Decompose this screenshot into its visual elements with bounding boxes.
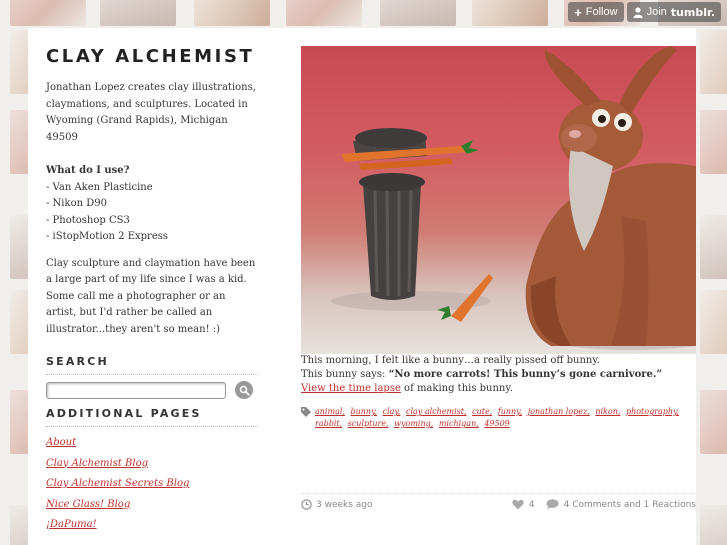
post: This morning, I felt like a bunny…a real… [301,46,696,510]
blog-card: CLAY ALCHEMIST Jonathan Lopez creates cl… [28,28,696,545]
person-icon [633,6,643,18]
sidebar: CLAY ALCHEMIST Jonathan Lopez creates cl… [46,28,258,536]
blog-description: Jonathan Lopez creates clay illustration… [46,80,258,146]
tools-heading: What do I use? [46,165,130,176]
tag-link[interactable]: nikon, [595,407,620,416]
tumblr-controls: + Follow Join tumblr. [568,2,721,22]
tag-link[interactable]: animal, [315,407,345,416]
time-ago: 3 weeks ago [316,499,373,510]
page-link-blog[interactable]: Clay Alchemist Blog [46,454,258,475]
post-text-3: View the time lapse of making this bunny… [301,382,696,396]
time-lapse-link[interactable]: View the time lapse [301,383,401,394]
post-body: This morning, I felt like a bunny…a real… [301,354,696,396]
tag-link[interactable]: 49509 [484,419,509,428]
tag-list: animal, bunny, clay, clay alchemist, cut… [315,406,696,430]
search-heading: SEARCH [46,355,258,375]
comment-icon [546,499,559,510]
post-date[interactable]: 3 weeks ago [301,499,373,510]
post-text-2: This bunny says: “No more carrots! This … [301,368,696,382]
tool-item: - Van Aken Plasticine [46,181,153,193]
post-stats: 4 4 Comments and 1 Reactions [512,499,696,510]
tag-link[interactable]: clay alchemist, [406,407,467,416]
tags-row: animal, bunny, clay, clay alchemist, cut… [301,406,696,430]
tag-link[interactable]: sculpture, [348,419,389,428]
heart-icon[interactable] [512,499,524,510]
follow-label: Follow [585,6,618,18]
tag-link[interactable]: rabbit, [315,419,342,428]
tool-item: - Photoshop CS3 [46,214,130,226]
tool-item: - Nikon D90 [46,198,107,209]
tag-link[interactable]: wyoming, [394,419,433,428]
tag-link[interactable]: michigan, [439,419,479,428]
search-input[interactable] [46,381,226,399]
clay-bunny-illustration [331,46,696,350]
tag-link[interactable]: bunny, [350,407,377,416]
join-tumblr-button[interactable]: Join tumblr. [626,2,721,22]
plus-icon: + [574,4,582,20]
page-link-nice-glass[interactable]: Nice Glass! Blog [46,495,258,516]
link-suffix: of making this bunny. [400,383,513,394]
quote-prefix: This bunny says: [301,369,389,380]
post-text-1: This morning, I felt like a bunny…a real… [301,355,600,366]
post-photo[interactable] [301,46,696,354]
pages-heading: ADDITIONAL PAGES [46,407,258,427]
tumblr-brand: tumblr. [670,5,715,19]
search-icon [239,385,250,396]
search-button[interactable] [235,381,253,399]
blog-title[interactable]: CLAY ALCHEMIST [46,46,258,67]
tag-link[interactable]: funny, [498,407,522,416]
post-footer: 3 weeks ago 4 4 Comments and 1 Reactions [301,493,696,512]
tag-link[interactable]: clay, [383,407,401,416]
tag-icon [301,407,311,417]
follow-button[interactable]: + Follow [568,2,624,22]
search-row [46,381,258,399]
tag-link[interactable]: photography, [626,407,679,416]
tag-link[interactable]: jonathan lopez, [528,407,590,416]
quote-text: “No more carrots! This bunny’s gone carn… [388,369,663,380]
about-text: Clay sculpture and claymation have been … [46,257,256,335]
tool-item: - iStopMotion 2 Express [46,231,169,242]
page-link-about[interactable]: About [46,433,258,454]
page-link-dapuma[interactable]: ¡DaPuma! [46,515,258,536]
page-link-secrets-blog[interactable]: Clay Alchemist Secrets Blog [46,474,258,495]
like-count: 4 [528,499,535,510]
tag-link[interactable]: cute, [472,407,492,416]
description-text: Jonathan Lopez creates clay illustration… [46,82,256,143]
clock-icon [301,499,312,510]
comments-link[interactable]: 4 Comments and 1 Reactions [564,500,696,510]
pages-list: About Clay Alchemist Blog Clay Alchemist… [46,433,258,536]
tools-list: What do I use? - Van Aken Plasticine - N… [46,163,258,246]
join-label: Join [646,6,667,18]
